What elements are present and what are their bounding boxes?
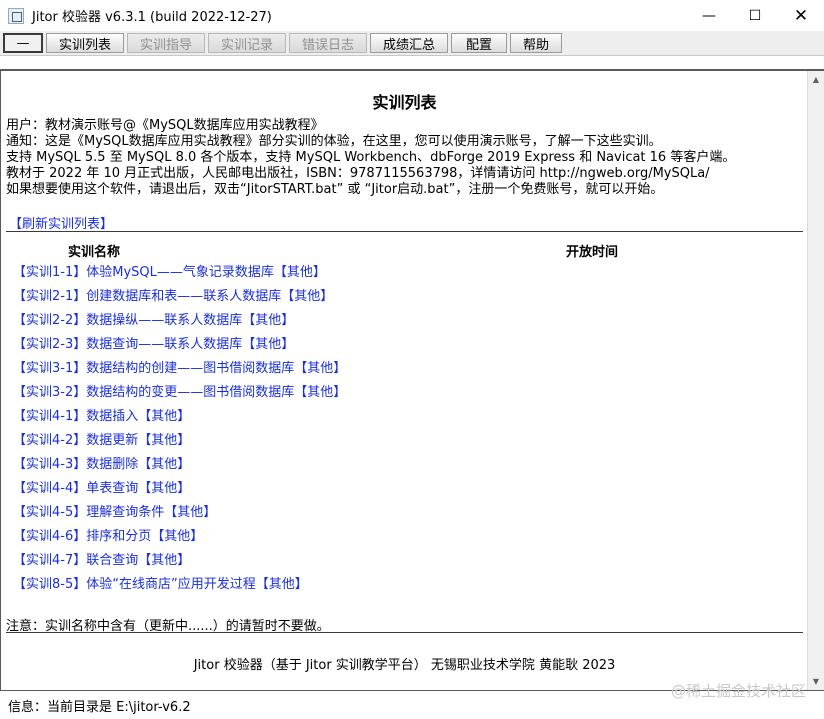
tab-help[interactable]: 帮助 [510, 33, 562, 53]
training-list: 【实训1-1】体验MySQL——气象记录数据库【其他】 【实训2-1】创建数据库… [13, 265, 346, 601]
footer-credits: Jitor 校验器（基于 Jitor 实训教学平台） 无锡职业技术学院 黄能耿 … [193, 658, 616, 673]
minimize-button[interactable]: — [686, 0, 732, 31]
intro-notice: 通知：这是《MySQL数据库应用实战教程》部分实训的体验，在这里，您可以使用演示… [6, 134, 662, 149]
tab-error-log[interactable]: 错误日志 [289, 33, 367, 53]
training-link-1-1[interactable]: 【实训1-1】体验MySQL——气象记录数据库【其他】 [13, 265, 346, 289]
scroll-down-arrow-icon[interactable]: ▼ [808, 673, 824, 690]
divider [6, 231, 803, 232]
tab-training-guide[interactable]: 实训指导 [127, 33, 205, 53]
training-link-4-6[interactable]: 【实训4-6】排序和分页【其他】 [13, 529, 346, 553]
training-link-4-2[interactable]: 【实训4-2】数据更新【其他】 [13, 433, 346, 457]
column-header-name: 实训名称 [68, 245, 121, 260]
divider-bottom [6, 632, 803, 633]
refresh-training-list-link[interactable]: 【刷新实训列表】 [9, 213, 113, 232]
app-icon [8, 7, 24, 24]
close-button[interactable]: ✕ [778, 0, 824, 31]
toolbar: — 实训列表 实训指导 实训记录 错误日志 成绩汇总 配置 帮助 [0, 31, 824, 56]
training-link-2-3[interactable]: 【实训2-3】数据查询——联系人数据库【其他】 [13, 337, 346, 361]
training-link-4-3[interactable]: 【实训4-3】数据删除【其他】 [13, 457, 346, 481]
intro-user: 用户：教材演示账号@《MySQL数据库应用实战教程》 [6, 118, 324, 133]
training-link-4-1[interactable]: 【实训4-1】数据插入【其他】 [13, 409, 346, 433]
page-title: 实训列表 [372, 93, 437, 112]
intro-textbook: 教材于 2022 年 10 月正式出版，人民邮电出版社，ISBN：9787115… [6, 166, 710, 181]
training-link-2-2[interactable]: 【实训2-2】数据操纵——联系人数据库【其他】 [13, 313, 346, 337]
status-text: 信息：当前目录是 E:\jitor-v6.2 [8, 699, 191, 715]
tab-training-list[interactable]: 实训列表 [46, 33, 124, 53]
training-link-3-1[interactable]: 【实训3-1】数据结构的创建——图书借阅数据库【其他】 [13, 361, 346, 385]
intro-text: 用户：教材演示账号@《MySQL数据库应用实战教程》 通知：这是《MySQL数据… [6, 118, 735, 198]
training-link-4-5[interactable]: 【实训4-5】理解查询条件【其他】 [13, 505, 346, 529]
tab-training-records[interactable]: 实训记录 [208, 33, 286, 53]
intro-support: 支持 MySQL 5.5 至 MySQL 8.0 各个版本，支持 MySQL W… [6, 150, 736, 165]
tab-config[interactable]: 配置 [451, 33, 507, 53]
training-link-4-4[interactable]: 【实训4-4】单表查询【其他】 [13, 481, 346, 505]
column-header-open-time: 开放时间 [566, 245, 619, 260]
dash-button[interactable]: — [3, 33, 43, 53]
watermark: @稀土掘金技术社区 [670, 682, 806, 700]
vertical-scrollbar[interactable]: ▲ ▼ [807, 71, 824, 690]
toolbar-gap [0, 57, 824, 69]
training-link-3-2[interactable]: 【实训3-2】数据结构的变更——图书借阅数据库【其他】 [13, 385, 346, 409]
maximize-button[interactable]: ☐ [732, 0, 778, 31]
tab-grade-summary[interactable]: 成绩汇总 [370, 33, 448, 53]
content-pane: 实训列表 用户：教材演示账号@《MySQL数据库应用实战教程》 通知：这是《My… [0, 71, 807, 690]
training-link-2-1[interactable]: 【实训2-1】创建数据库和表——联系人数据库【其他】 [13, 289, 346, 313]
title-bar: Jitor 校验器 v6.3.1 (build 2022-12-27) — ☐ … [0, 0, 824, 31]
scroll-up-arrow-icon[interactable]: ▲ [808, 71, 824, 88]
window-title: Jitor 校验器 v6.3.1 (build 2022-12-27) [32, 10, 272, 25]
training-link-4-7[interactable]: 【实训4-7】联合查询【其他】 [13, 553, 346, 577]
intro-usage: 如果想要使用这个软件，请退出后，双击“JitorSTART.bat” 或 “Ji… [6, 182, 664, 197]
window-controls: — ☐ ✕ [686, 0, 824, 31]
training-link-8-5[interactable]: 【实训8-5】体验“在线商店”应用开发过程【其他】 [13, 577, 346, 601]
